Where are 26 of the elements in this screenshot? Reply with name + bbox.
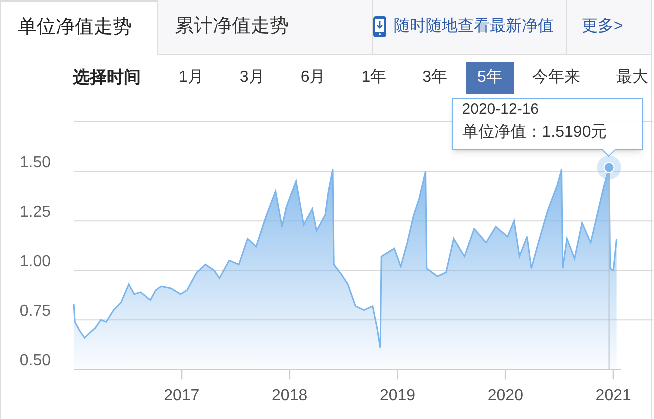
tooltip-date: 2020-12-16 [462,100,540,120]
axis-label: 1.50 [20,154,51,172]
axis-label: 2019 [380,388,416,405]
chart-tab[interactable]: 累计净值走势 [158,0,373,55]
axis-label: 1.25 [20,204,51,222]
time-range-option[interactable]: 1月 [167,62,216,94]
axis-label: 1.00 [20,254,51,271]
time-range-option[interactable]: 1年 [350,62,399,94]
time-range-option[interactable]: 3月 [228,62,277,94]
time-range-option[interactable]: 今年来 [520,62,592,94]
time-range-option[interactable]: 6月 [288,62,338,94]
axis-label: 2018 [272,388,308,405]
time-range-option[interactable]: 最大 [604,62,654,94]
more-link[interactable]: 更多> [567,15,624,39]
app-link[interactable]: 随时随地查看最新净值 [373,15,566,39]
time-range-label: 选择时间 [73,67,141,90]
tooltip-value: 单位净值：1.5190元 [462,122,608,143]
chart-tab[interactable]: 单位净值走势 [1,0,158,55]
axis-label: 2020 [488,388,524,405]
axis-label: 2017 [164,388,200,405]
axis-label: 2021 [596,388,632,405]
time-range-option[interactable]: 5年 [466,62,514,94]
axis-label: 0.50 [20,352,51,370]
time-range-option[interactable]: 3年 [410,62,460,94]
axis-label: 0.75 [20,303,51,320]
hover-marker [597,156,622,180]
